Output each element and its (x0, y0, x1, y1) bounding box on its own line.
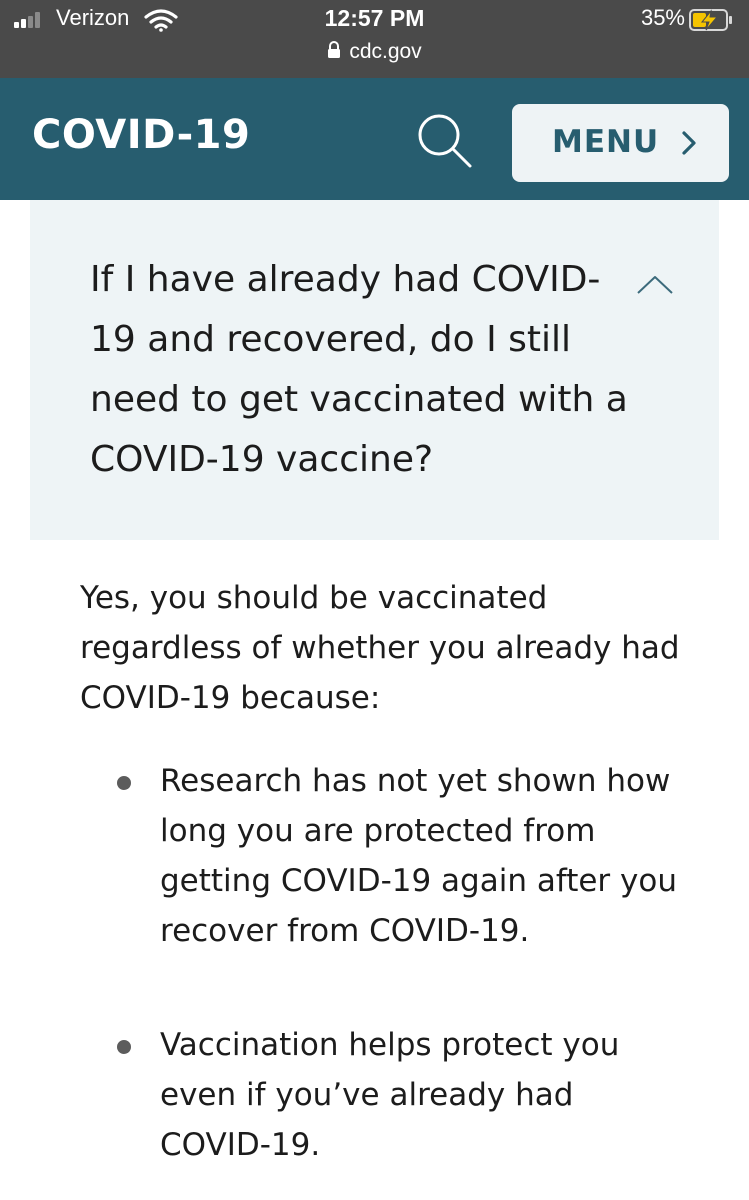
search-icon[interactable] (414, 110, 476, 172)
site-title[interactable]: COVID-19 (32, 112, 250, 158)
url-text: cdc.gov (349, 40, 422, 63)
chevron-up-icon[interactable] (636, 274, 674, 296)
clock: 12:57 PM (324, 5, 425, 31)
list-item-text: Vaccination helps protect you even if yo… (160, 1027, 620, 1163)
lock-icon (328, 41, 341, 59)
chevron-right-icon (682, 131, 696, 155)
url-bar[interactable]: cdc.gov (0, 40, 749, 64)
battery-charging-icon (689, 9, 732, 31)
faq-answer-intro: Yes, you should be vaccinated regardless… (80, 580, 680, 716)
menu-button[interactable]: MENU (512, 104, 729, 182)
site-header: COVID-19 MENU (0, 78, 749, 200)
faq-question: If I have already had COVID-19 and recov… (90, 259, 628, 480)
list-item-text: Research has not yet shown how long you … (160, 763, 677, 949)
bullet-icon (117, 1040, 131, 1054)
battery-percent: 35% (640, 5, 685, 30)
bullet-icon (117, 776, 131, 790)
faq-accordion-toggle[interactable]: If I have already had COVID-19 and recov… (30, 200, 719, 540)
status-bar: Verizon 12:57 PM cdc.gov 35% (0, 0, 749, 78)
menu-label: MENU (552, 124, 660, 160)
